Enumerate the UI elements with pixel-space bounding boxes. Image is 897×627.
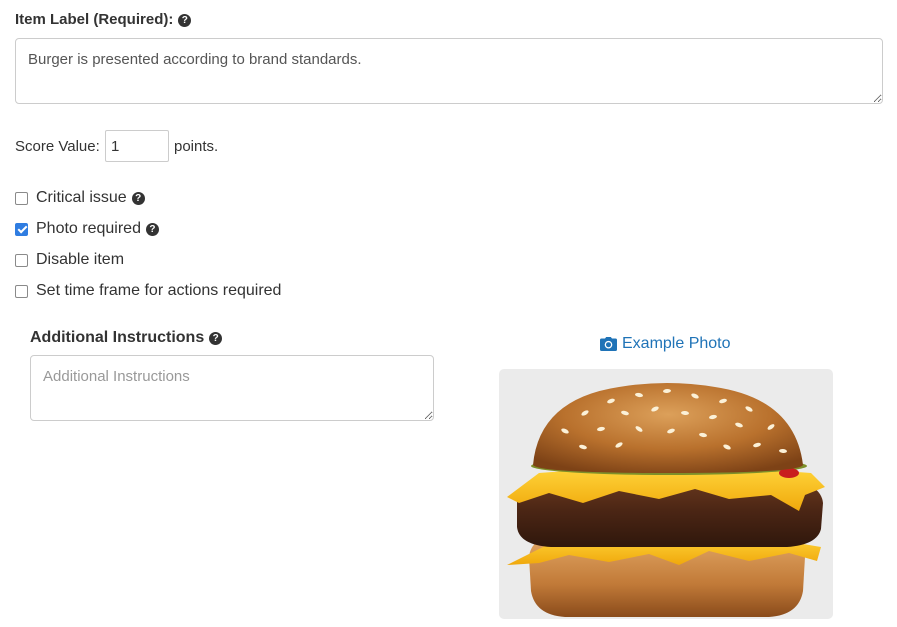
- disable-item-checkbox[interactable]: [15, 253, 28, 267]
- additional-instructions-textarea[interactable]: [30, 355, 434, 421]
- critical-issue-checkbox[interactable]: [15, 191, 28, 205]
- cheeseburger-photo[interactable]: [499, 369, 833, 619]
- additional-instructions-label: Additional Instructions: [30, 329, 205, 346]
- photo-required-checkbox[interactable]: [15, 222, 28, 236]
- score-value-label: Score Value:: [15, 138, 100, 155]
- time-frame-label: Set time frame for actions required: [36, 282, 282, 299]
- example-photo-link-wrap: Example Photo: [600, 335, 731, 353]
- camera-icon: [600, 337, 617, 351]
- question-circle-icon[interactable]: ?: [209, 332, 223, 345]
- critical-issue-option[interactable]: Critical issue ?: [15, 188, 145, 208]
- item-label-heading: Item Label (Required):?: [15, 11, 192, 28]
- item-label-text: Item Label (Required):: [15, 11, 174, 28]
- question-circle-icon[interactable]: ?: [131, 191, 145, 205]
- example-photo-link[interactable]: Example Photo: [600, 335, 731, 353]
- photo-required-label: Photo required: [36, 220, 141, 237]
- photo-required-option[interactable]: Photo required ?: [15, 219, 159, 239]
- example-photo-frame: [499, 369, 833, 619]
- disable-item-label: Disable item: [36, 251, 125, 268]
- score-points-label: points.: [174, 138, 219, 155]
- time-frame-option[interactable]: Set time frame for actions required: [15, 281, 281, 301]
- time-frame-checkbox[interactable]: [15, 284, 28, 298]
- additional-instructions-heading: Additional Instructions?: [30, 329, 223, 347]
- item-label-textarea[interactable]: Burger is presented according to brand s…: [15, 38, 883, 104]
- question-circle-icon[interactable]: ?: [178, 14, 192, 27]
- score-value-input[interactable]: [105, 130, 169, 162]
- disable-item-option[interactable]: Disable item: [15, 250, 124, 270]
- critical-issue-label: Critical issue: [36, 189, 127, 206]
- example-photo-label: Example Photo: [622, 335, 731, 352]
- question-circle-icon[interactable]: ?: [145, 222, 159, 236]
